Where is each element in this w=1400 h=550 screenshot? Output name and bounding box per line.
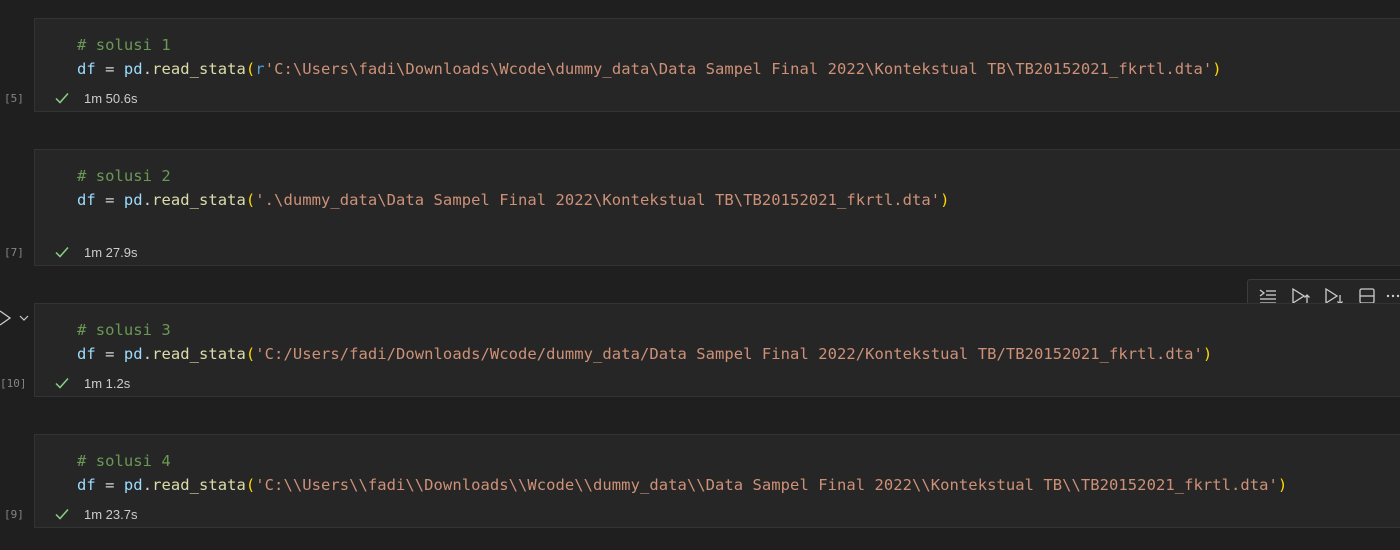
check-icon <box>55 93 69 104</box>
code-operator: = <box>95 60 124 78</box>
code-operator: = <box>95 476 124 494</box>
code-line[interactable]: df = pd.read_stata('.\dummy_data\Data Sa… <box>77 191 950 209</box>
code-comment: # solusi 3 <box>77 321 171 339</box>
code-paren-close: ) <box>1202 345 1213 363</box>
code-paren-close: ) <box>1277 476 1288 494</box>
cell-status: 1m 27.9s <box>54 244 137 260</box>
code-line[interactable]: df = pd.read_stata(r'C:\Users\fadi\Downl… <box>77 60 1222 78</box>
code-dot: . <box>142 60 153 78</box>
code-module: pd <box>123 345 143 363</box>
cell-status: 1m 50.6s <box>54 90 137 106</box>
code-string: 'C:\Users\fadi\Downloads\Wcode\dummy_dat… <box>264 60 1213 78</box>
code-dot: . <box>142 191 153 209</box>
execution-duration: 1m 23.7s <box>84 506 138 522</box>
code-comment: # solusi 2 <box>77 167 171 185</box>
code-string: 'C:\\Users\\fadi\\Downloads\\Wcode\\dumm… <box>255 476 1278 494</box>
notebook-cell-2[interactable]: # solusi 2 df = pd.read_stata('.\dummy_d… <box>34 149 1400 266</box>
code-paren-open: ( <box>245 345 256 363</box>
execution-duration: 1m 27.9s <box>84 244 138 260</box>
code-line[interactable]: df = pd.read_stata('C:/Users/fadi/Downlo… <box>77 345 1212 363</box>
cell-status: 1m 23.7s <box>54 506 137 522</box>
code-function: read_stata <box>152 476 246 494</box>
chevron-down-icon[interactable] <box>18 313 30 323</box>
code-string: 'C:/Users/fadi/Downloads/Wcode/dummy_dat… <box>255 345 1203 363</box>
check-icon <box>55 247 69 258</box>
check-icon <box>55 378 69 389</box>
cell-status: 1m 1.2s <box>54 375 130 391</box>
cell-run-indicator[interactable] <box>0 309 30 327</box>
code-paren-close: ) <box>1212 60 1222 78</box>
code-operator: = <box>95 191 124 209</box>
code-module: pd <box>123 191 143 209</box>
code-function: read_stata <box>152 60 246 78</box>
code-module: pd <box>123 60 143 78</box>
notebook-cell-4[interactable]: # solusi 4 df = pd.read_stata('C:\\Users… <box>34 434 1400 528</box>
code-dot: . <box>142 476 153 494</box>
code-string: '.\dummy_data\Data Sampel Final 2022\Kon… <box>255 191 941 209</box>
code-paren-open: ( <box>245 60 256 78</box>
code-variable: df <box>77 476 96 494</box>
code-module: pd <box>123 476 143 494</box>
code-comment: # solusi 4 <box>77 452 171 470</box>
code-function: read_stata <box>152 191 246 209</box>
code-variable: df <box>77 60 96 78</box>
code-paren-open: ( <box>245 476 256 494</box>
notebook-cell-1[interactable]: # solusi 1 df = pd.read_stata(r'C:\Users… <box>34 18 1400 112</box>
execution-duration: 1m 50.6s <box>84 90 138 106</box>
execution-duration: 1m 1.2s <box>84 375 131 391</box>
check-icon <box>55 509 69 520</box>
execution-count: [5] <box>4 92 24 105</box>
execution-count: [10] <box>0 377 27 390</box>
code-dot: . <box>142 345 153 363</box>
execution-count: [7] <box>4 246 24 259</box>
code-variable: df <box>77 191 96 209</box>
run-cell-icon[interactable] <box>0 309 14 327</box>
code-raw-prefix: r <box>255 60 265 78</box>
code-variable: df <box>77 345 96 363</box>
code-operator: = <box>95 345 124 363</box>
execution-count: [9] <box>4 508 24 521</box>
code-paren-close: ) <box>940 191 950 209</box>
code-line[interactable]: df = pd.read_stata('C:\\Users\\fadi\\Dow… <box>77 476 1287 494</box>
notebook-cell-3[interactable]: # solusi 3 df = pd.read_stata('C:/Users/… <box>34 303 1400 397</box>
code-function: read_stata <box>152 345 246 363</box>
code-comment: # solusi 1 <box>77 36 171 54</box>
code-paren-open: ( <box>245 191 256 209</box>
